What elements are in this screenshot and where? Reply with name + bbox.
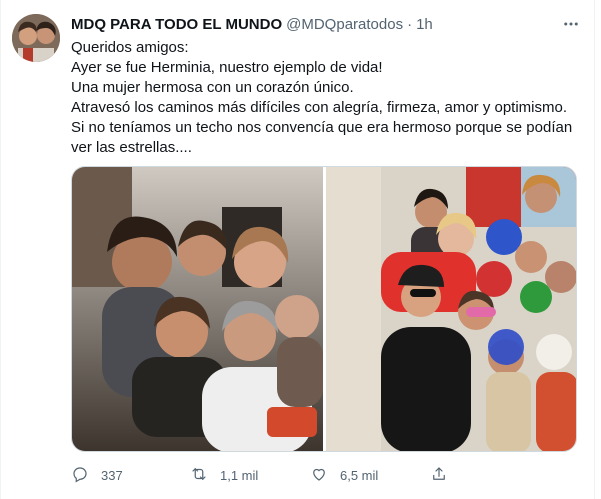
display-name[interactable]: MDQ PARA TODO EL MUNDO <box>71 16 282 33</box>
reply-icon <box>71 465 89 486</box>
reply-button[interactable]: 337 <box>71 465 190 486</box>
tweet-text-line: Si no teníamos un techo nos convencía qu… <box>71 119 573 136</box>
reply-count: 337 <box>101 467 123 483</box>
avatar[interactable] <box>12 14 60 62</box>
timeline-left-border <box>0 0 1 499</box>
timestamp[interactable]: 1h <box>416 16 433 33</box>
tweet-media[interactable] <box>71 166 577 452</box>
like-count: 6,5 mil <box>340 467 379 483</box>
tweet-actions: 337 1,1 mil 6,5 mil <box>71 464 501 486</box>
tweet-text-line: Ayer se fue Herminia, nuestro ejemplo de… <box>71 59 383 76</box>
photo-group-selfie-right[interactable] <box>326 167 576 451</box>
tweet-text-line: Atravesó los caminos más difíciles con a… <box>71 99 568 116</box>
user-handle[interactable]: @MDQparatodos <box>286 16 403 33</box>
timeline-right-border <box>594 0 595 499</box>
heart-icon <box>310 465 328 486</box>
tweet-text-line: Una mujer hermosa con un corazón único. <box>71 79 354 96</box>
tweet-text-line: Queridos amigos: <box>71 39 189 56</box>
tweet-text: Queridos amigos: Ayer se fue Herminia, n… <box>71 38 586 158</box>
like-button[interactable]: 6,5 mil <box>310 465 430 486</box>
tweet-card[interactable]: MDQ PARA TODO EL MUNDO @MDQparatodos · 1… <box>0 0 601 499</box>
share-icon <box>430 465 448 486</box>
avatar-photo <box>12 14 60 62</box>
tweet-header: MDQ PARA TODO EL MUNDO @MDQparatodos · 1… <box>71 14 561 34</box>
separator-dot: · <box>407 15 413 33</box>
share-button[interactable] <box>430 465 448 486</box>
tweet-text-line: ver las estrellas.... <box>71 139 192 156</box>
retweet-count: 1,1 mil <box>220 467 259 483</box>
more-horizontal-icon[interactable] <box>560 14 582 34</box>
retweet-icon <box>190 465 208 486</box>
retweet-button[interactable]: 1,1 mil <box>190 465 310 486</box>
photo-group-selfie-left[interactable] <box>72 167 323 451</box>
